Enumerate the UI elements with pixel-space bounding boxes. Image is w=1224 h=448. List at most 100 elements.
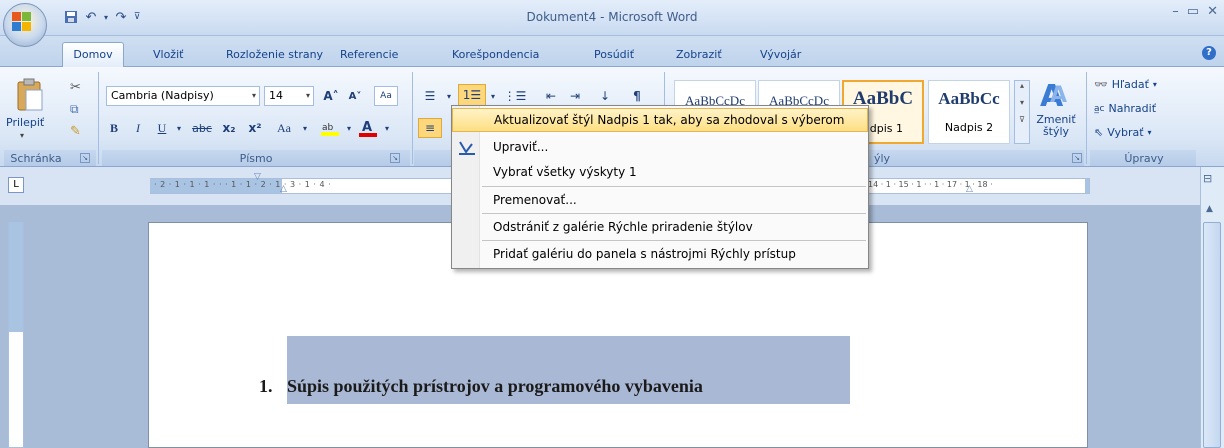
increase-indent-icon[interactable]: ⇥	[564, 86, 586, 106]
subscript-button[interactable]: x₂	[218, 118, 240, 138]
grow-font-icon[interactable]: A˄	[320, 86, 342, 106]
sort-icon[interactable]: ↓	[594, 86, 616, 106]
chevron-down-icon: ▾	[305, 91, 310, 100]
highlight-dropdown-icon[interactable]: ▾	[344, 118, 354, 138]
menu-separator	[482, 186, 866, 187]
replace-icon: a̲c	[1094, 103, 1105, 114]
tab-posudit[interactable]: Posúdiť	[594, 48, 634, 61]
change-styles-button[interactable]: Zmeniť štýly	[1036, 114, 1076, 138]
window-controls: – ▭ ✕	[1172, 4, 1218, 19]
multilevel-list-icon[interactable]: ⋮☰	[500, 86, 530, 106]
ruler-ticks-right: 14 · 1 · 15 · 1 · · 1 · 17 · 1 · 18 ·	[868, 180, 993, 189]
help-icon[interactable]: ?	[1202, 46, 1216, 60]
font-name-field[interactable]: Cambria (Nadpisy) ▾	[106, 86, 260, 106]
scrollbar-thumb[interactable]	[1203, 222, 1221, 448]
chevron-down-icon[interactable]: ▾	[1015, 98, 1029, 107]
numbering-dropdown-icon[interactable]: ▾	[488, 86, 498, 106]
tab-referencie[interactable]: Referencie	[340, 48, 398, 61]
chevron-down-icon: ▾	[1152, 80, 1157, 89]
menu-item-update-style[interactable]: Aktualizovať štýl Nadpis 1 tak, aby sa z…	[452, 108, 868, 132]
change-case-dropdown-icon[interactable]: ▾	[300, 118, 310, 138]
minimize-button[interactable]: –	[1172, 4, 1179, 19]
styles-gallery-scroll[interactable]: ▴ ▾ ⊽	[1014, 80, 1030, 144]
more-styles-icon[interactable]: ⊽	[1015, 115, 1029, 124]
office-logo-icon	[12, 12, 32, 32]
scroll-up-icon[interactable]: ▲	[1206, 204, 1213, 214]
copy-icon[interactable]: ⧉	[70, 102, 79, 117]
superscript-button[interactable]: x²	[244, 118, 266, 138]
show-formatting-icon[interactable]: ¶	[626, 86, 648, 106]
highlight-color-icon[interactable]: ab	[318, 118, 342, 138]
menu-item-modify[interactable]: Upraviť...	[452, 135, 868, 159]
format-painter-icon[interactable]: ✎	[70, 124, 81, 139]
quick-access-toolbar: ↶ ▾ ↷ ⊽	[62, 6, 142, 28]
chevron-down-icon: ▾	[251, 91, 256, 100]
paste-icon[interactable]	[14, 78, 44, 114]
change-case-button[interactable]: Aa	[270, 118, 298, 138]
numbering-icon[interactable]: 1☰	[458, 84, 486, 106]
first-line-indent-marker[interactable]: ▽	[254, 172, 261, 182]
menu-item-remove-from-gallery[interactable]: Odstrániť z galérie Rýchle priradenie št…	[452, 215, 868, 239]
font-group-label: Písmo	[239, 152, 273, 165]
clear-formatting-icon[interactable]: Aa	[374, 86, 398, 106]
maximize-button[interactable]: ▭	[1187, 4, 1199, 19]
style-sample: AaBbCc	[938, 89, 1000, 108]
font-size-value: 14	[269, 89, 283, 102]
tab-selector-button[interactable]: L	[8, 177, 24, 193]
shrink-font-icon[interactable]: A˅	[344, 86, 366, 106]
menu-separator	[482, 240, 866, 241]
bold-button[interactable]: B	[104, 118, 124, 138]
style-heading-2[interactable]: AaBbCc Nadpis 2	[928, 80, 1010, 144]
tab-vyvojar[interactable]: Vývojár	[760, 48, 801, 61]
align-left-icon[interactable]: ≡	[418, 118, 442, 138]
tab-rozlozenie-strany[interactable]: Rozloženie strany	[226, 48, 323, 61]
bullets-dropdown-icon[interactable]: ▾	[444, 86, 454, 106]
ruler-right-margin	[1085, 179, 1089, 193]
paste-button[interactable]: Prilepiť	[6, 116, 44, 129]
styles-launcher-icon[interactable]: ↘	[1072, 153, 1082, 163]
heading-number: 1.	[259, 376, 273, 396]
undo-dropdown-icon[interactable]: ▾	[102, 8, 110, 26]
view-ruler-icon[interactable]: ⊟	[1203, 172, 1212, 185]
group-separator	[1086, 72, 1087, 164]
right-indent-marker[interactable]: △	[966, 184, 973, 194]
menu-item-rename[interactable]: Premenovať...	[452, 188, 868, 212]
redo-icon[interactable]: ↷	[112, 8, 130, 26]
select-button[interactable]: ⇖ Vybrať ▾	[1094, 126, 1152, 139]
font-name-value: Cambria (Nadpisy)	[111, 89, 214, 102]
font-launcher-icon[interactable]: ↘	[390, 153, 400, 163]
bullets-icon[interactable]: ☰	[418, 86, 442, 106]
menu-item-add-to-quick-access[interactable]: Pridať galériu do panela s nástrojmi Rýc…	[452, 242, 868, 266]
decrease-indent-icon[interactable]: ⇤	[540, 86, 562, 106]
chevron-up-icon[interactable]: ▴	[1015, 81, 1029, 90]
save-icon[interactable]	[62, 8, 80, 26]
underline-dropdown-icon[interactable]: ▾	[174, 118, 184, 138]
tab-vlozit[interactable]: Vložiť	[153, 48, 183, 61]
svg-text:ab: ab	[322, 123, 334, 133]
replace-button[interactable]: a̲c Nahradiť	[1094, 102, 1156, 115]
hanging-indent-marker[interactable]: △	[280, 184, 287, 194]
underline-button[interactable]: U	[152, 118, 172, 138]
tab-korespondencia[interactable]: Korešpondencia	[452, 48, 539, 61]
font-color-dropdown-icon[interactable]: ▾	[382, 118, 392, 138]
font-color-icon[interactable]: A	[356, 118, 380, 138]
tab-zobrazit[interactable]: Zobraziť	[676, 48, 722, 61]
close-button[interactable]: ✕	[1207, 4, 1218, 19]
customize-qat-icon[interactable]: ⊽	[132, 8, 142, 26]
clipboard-launcher-icon[interactable]: ↘	[80, 153, 90, 163]
undo-icon[interactable]: ↶	[82, 8, 100, 26]
vertical-ruler-margin	[9, 222, 23, 332]
find-button[interactable]: 👓 Hľadať ▾	[1094, 78, 1157, 91]
style-name: Nadpis 2	[944, 121, 994, 134]
svg-text:A: A	[1050, 83, 1067, 108]
strikethrough-button[interactable]: abc	[188, 118, 216, 138]
change-styles-icon[interactable]: AA	[1036, 76, 1074, 114]
cut-icon[interactable]: ✂	[70, 80, 81, 95]
heading-text[interactable]: Súpis použitých prístrojov a programovéh…	[287, 376, 703, 397]
font-size-field[interactable]: 14 ▾	[264, 86, 314, 106]
menu-item-select-all-instances[interactable]: Vybrať všetky výskyty 1	[452, 160, 868, 184]
menu-separator	[482, 213, 866, 214]
paste-dropdown-icon[interactable]: ▾	[20, 131, 24, 140]
tab-domov[interactable]: Domov	[62, 42, 124, 67]
italic-button[interactable]: I	[128, 118, 148, 138]
